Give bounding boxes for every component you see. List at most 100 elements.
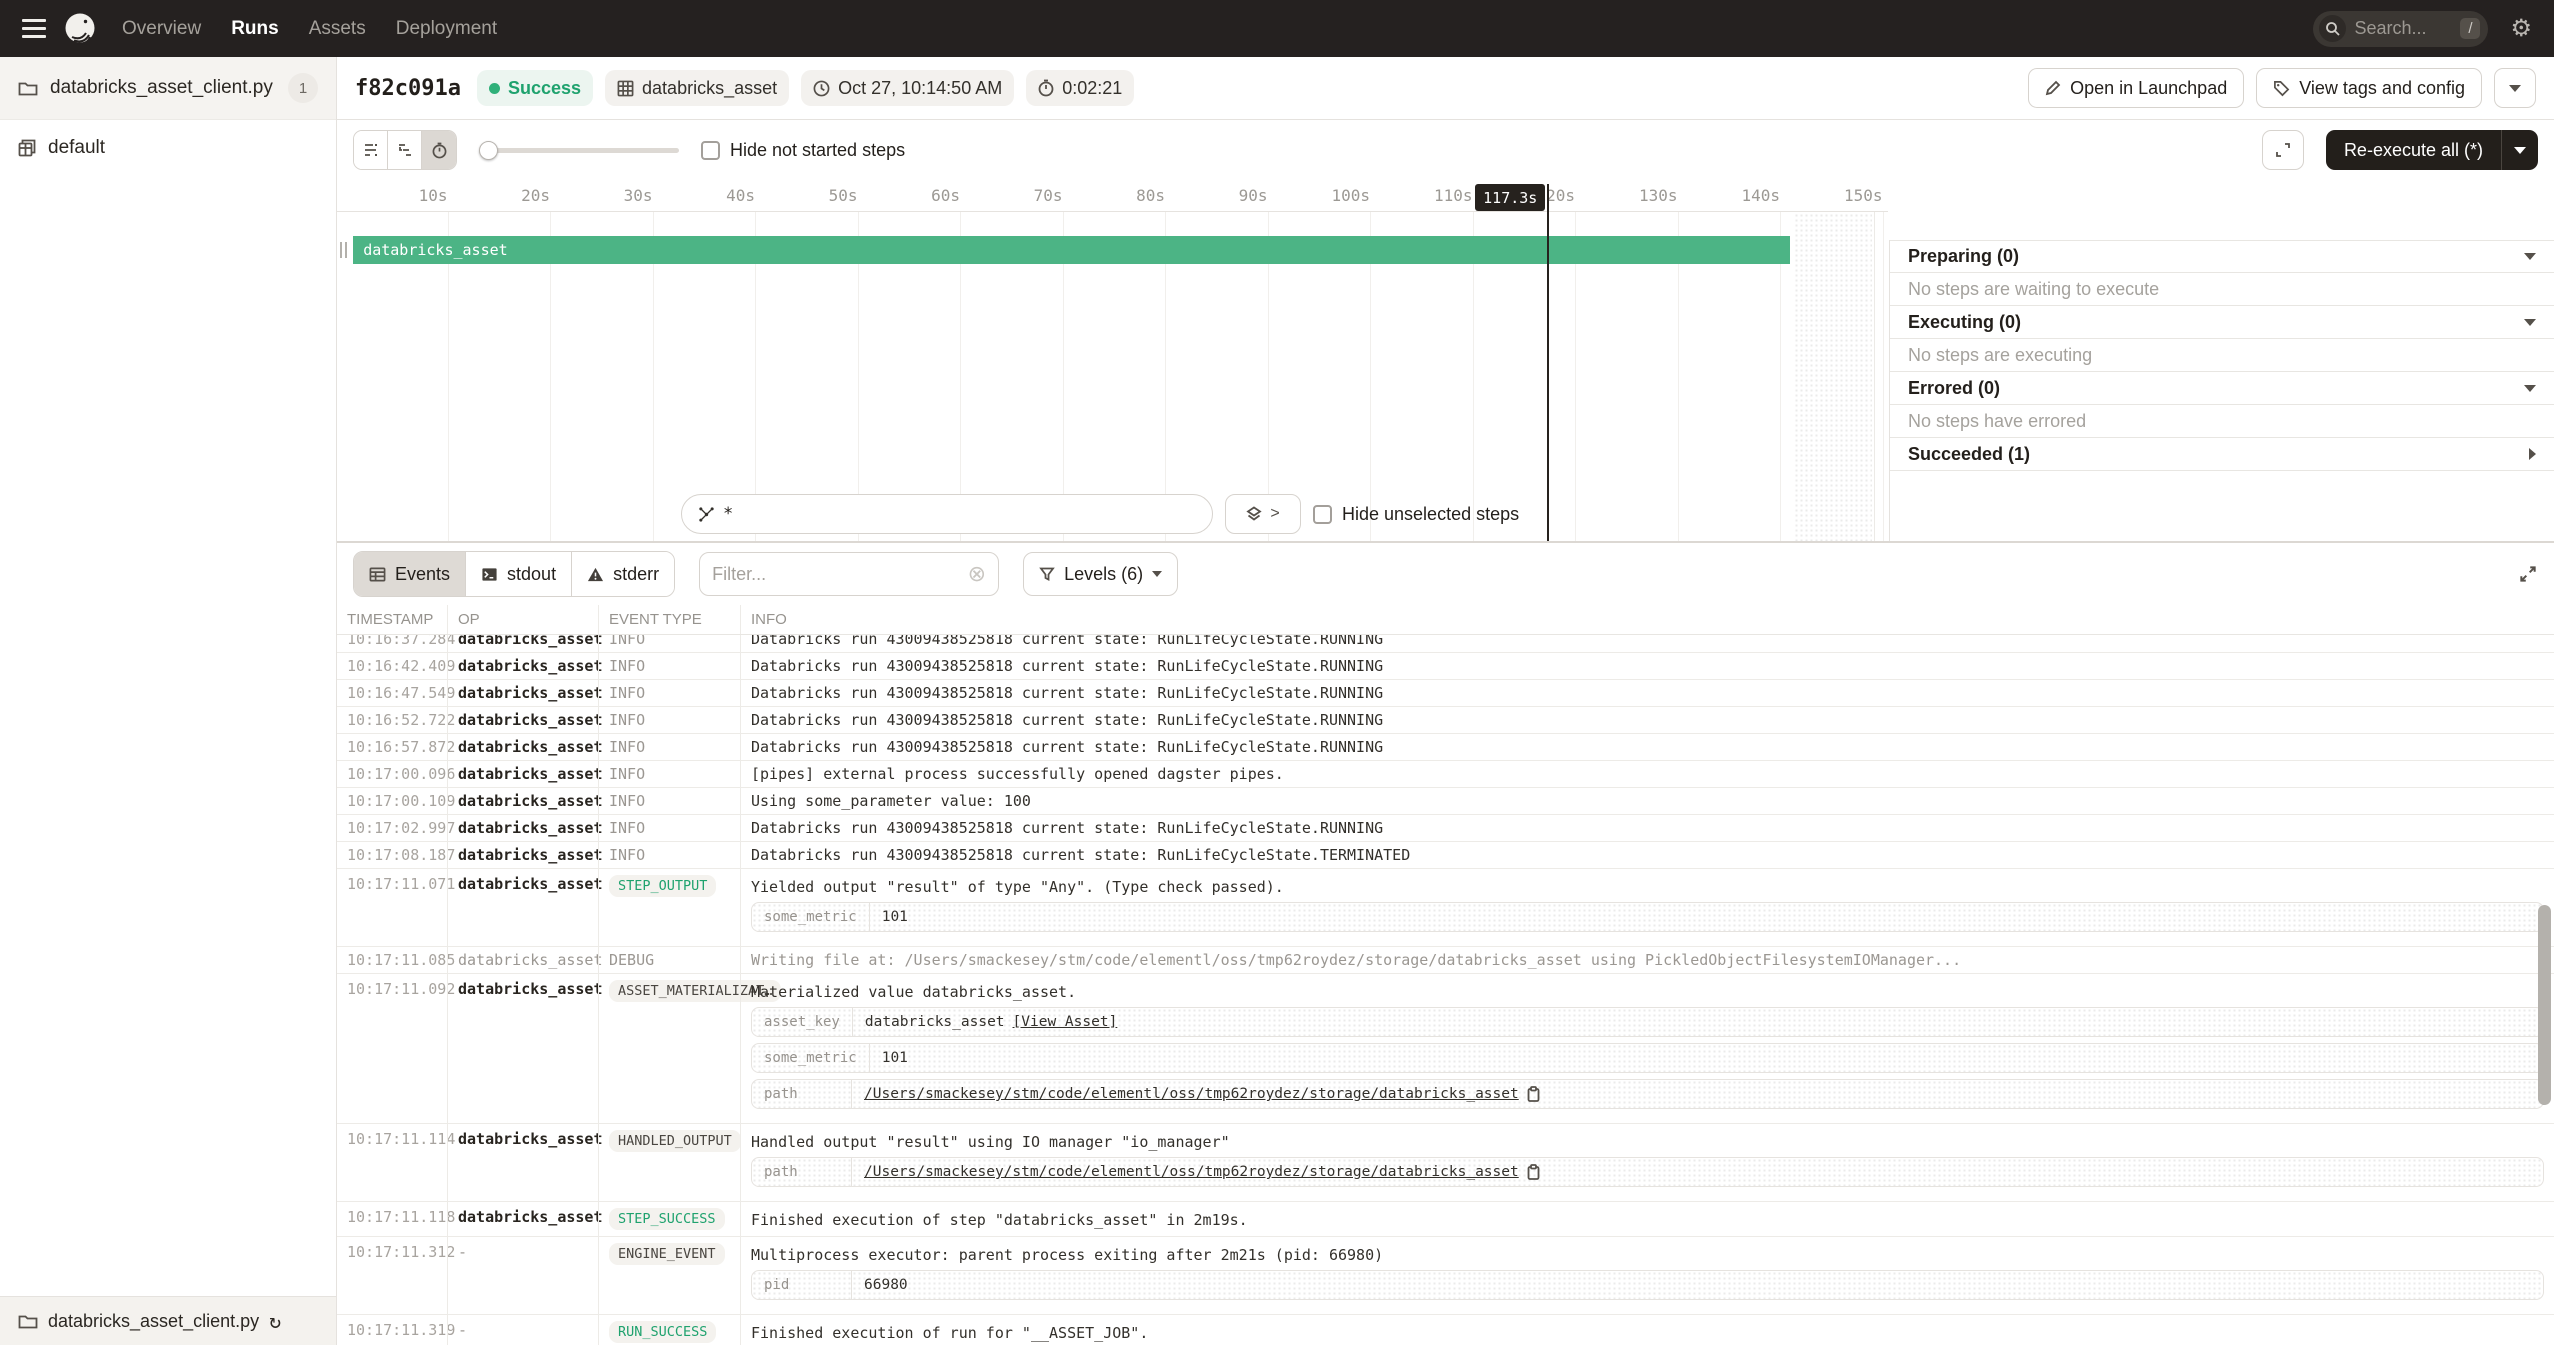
levels-dropdown[interactable]: Levels (6) <box>1023 552 1178 596</box>
clear-filter-icon[interactable]: ⊗ <box>968 563 986 585</box>
menu-icon[interactable] <box>22 19 46 38</box>
log-timestamp: 10:17:11.071 <box>337 869 447 946</box>
tab-stderr[interactable]: stderr <box>572 552 674 596</box>
nav-item-deployment[interactable]: Deployment <box>396 18 497 40</box>
reload-icon[interactable]: ↻ <box>269 1309 281 1333</box>
event-type-text: INFO <box>609 635 645 648</box>
search-shortcut-badge: / <box>2460 18 2480 39</box>
event-type-badge: STEP_SUCCESS <box>609 1208 725 1230</box>
panel-section-errored[interactable]: Errored (0) <box>1890 372 2554 405</box>
step-bar-databricks_asset[interactable]: databricks_asset <box>353 236 1790 264</box>
reexecute-dropdown-button[interactable] <box>2501 130 2538 170</box>
axis-tick: 40s <box>726 186 755 205</box>
gantt-time-axis: 10s20s30s40s50s60s70s80s90s100s110s120s1… <box>337 180 1888 212</box>
metadata-value: 101 <box>870 903 920 931</box>
metadata-entry: asset_keydatabricks_asset[View Asset] <box>751 1007 2544 1037</box>
sidebar-item-file[interactable]: databricks_asset_client.py 1 <box>0 57 336 120</box>
log-timestamp: 10:17:11.092 <box>337 974 447 1123</box>
event-type-text: INFO <box>609 738 645 756</box>
event-type-badge: ENGINE_EVENT <box>609 1243 725 1265</box>
log-op: - <box>447 1315 598 1345</box>
path-link[interactable]: /Users/smackesey/stm/code/elementl/oss/t… <box>864 1085 1519 1103</box>
metadata-value-text: databricks_asset <box>865 1013 1005 1031</box>
step-query-input[interactable]: * <box>681 494 1213 534</box>
graph-query-toggle-button[interactable]: ˃ <box>1225 494 1301 534</box>
hide-not-started-checkbox[interactable]: Hide not started steps <box>701 140 905 161</box>
step-selector-row: * ˃ Hide unselected steps <box>681 494 1519 534</box>
gridline <box>1883 212 1884 541</box>
log-message: Using some_parameter value: 100 <box>751 792 2544 810</box>
tab-stdout[interactable]: stdout <box>466 552 572 596</box>
log-info: Databricks run 43009438525818 current st… <box>740 653 2554 679</box>
axis-tick: 20s <box>521 186 550 205</box>
log-filter-input[interactable] <box>712 564 960 585</box>
flat-view-icon <box>363 142 379 158</box>
gear-icon[interactable]: ⚙ <box>2510 17 2532 41</box>
metadata-key: path <box>752 1080 852 1108</box>
nav-item-assets[interactable]: Assets <box>309 18 366 40</box>
metadata-key: path <box>752 1158 852 1186</box>
log-scrollbar-thumb[interactable] <box>2538 905 2551 1105</box>
slider-knob[interactable] <box>479 141 498 160</box>
log-fullscreen-button[interactable] <box>2518 564 2538 584</box>
dagster-logo[interactable] <box>62 11 98 47</box>
log-info: Databricks run 43009438525818 current st… <box>740 842 2554 868</box>
axis-tick: 30s <box>624 186 653 205</box>
log-table-body: 10:16:37.284databricks_assetINFODatabric… <box>337 635 2554 1345</box>
panel-section-succeeded[interactable]: Succeeded (1) <box>1890 438 2554 471</box>
run-id: f82c091a <box>355 76 461 101</box>
search-input[interactable]: Search... / <box>2313 11 2488 47</box>
log-op: databricks_asset <box>447 788 598 814</box>
gantt-resize-handle[interactable] <box>340 242 347 258</box>
path-link[interactable]: /Users/smackesey/stm/code/elementl/oss/t… <box>864 1163 1519 1181</box>
event-type-text: INFO <box>609 711 645 729</box>
panel-section-executing[interactable]: Executing (0) <box>1890 306 2554 339</box>
log-event-type: INFO <box>598 707 740 733</box>
zoom-slider[interactable] <box>479 140 679 160</box>
nav-item-overview[interactable]: Overview <box>122 18 201 40</box>
metadata-value: /Users/smackesey/stm/code/elementl/oss/t… <box>852 1080 1552 1108</box>
sidebar: databricks_asset_client.py 1 default dat… <box>0 57 337 1345</box>
axis-tick: 70s <box>1034 186 1063 205</box>
view-timed-button[interactable] <box>422 131 456 169</box>
log-row: 10:17:00.109databricks_assetINFOUsing so… <box>337 788 2554 815</box>
log-row: 10:16:47.549databricks_assetINFODatabric… <box>337 680 2554 707</box>
checkbox-icon[interactable] <box>701 141 720 160</box>
metadata-entry: some_metric101 <box>751 1043 2544 1073</box>
copy-icon[interactable] <box>1527 1086 1540 1102</box>
log-op: databricks_asset <box>447 947 598 973</box>
hide-unselected-checkbox[interactable]: Hide unselected steps <box>1313 504 1519 525</box>
copy-icon[interactable] <box>1527 1164 1540 1180</box>
log-message: Writing file at: /Users/smackesey/stm/co… <box>751 951 2544 969</box>
chevron-right-icon <box>2529 448 2536 460</box>
sidebar-item-job[interactable]: default <box>0 120 336 176</box>
run-actions-dropdown-button[interactable] <box>2494 68 2536 108</box>
open-in-launchpad-button[interactable]: Open in Launchpad <box>2028 68 2244 108</box>
view-waterfall-button[interactable] <box>388 131 422 169</box>
panel-section-label: Succeeded (1) <box>1908 444 2030 465</box>
view-tags-config-button[interactable]: View tags and config <box>2256 68 2482 108</box>
event-type-badge: STEP_OUTPUT <box>609 875 716 897</box>
panel-section-preparing[interactable]: Preparing (0) <box>1890 240 2554 273</box>
checkbox-icon[interactable] <box>1313 505 1332 524</box>
event-type-text: INFO <box>609 819 645 837</box>
log-info: [pipes] external process successfully op… <box>740 761 2554 787</box>
gantt-chart: 10s20s30s40s50s60s70s80s90s100s110s120s1… <box>337 180 1888 541</box>
column-header-event-type: EVENT TYPE <box>598 605 740 634</box>
log-timestamp: 10:17:00.096 <box>337 761 447 787</box>
view-asset-link[interactable]: [View Asset] <box>1013 1013 1118 1031</box>
view-flat-button[interactable] <box>354 131 388 169</box>
tab-events[interactable]: Events <box>354 552 466 596</box>
axis-tick: 130s <box>1639 186 1678 205</box>
reexecute-all-button[interactable]: Re-execute all (*) <box>2326 130 2501 170</box>
nav-item-runs[interactable]: Runs <box>231 18 279 40</box>
chevron-down-icon <box>2524 253 2536 260</box>
table-icon <box>617 80 634 97</box>
log-toolbar: Eventsstdoutstderr ⊗ Levels (6) <box>337 543 2554 605</box>
log-event-type: INFO <box>598 815 740 841</box>
timer-icon <box>1038 79 1054 97</box>
log-op: databricks_asset <box>447 761 598 787</box>
gantt-fullscreen-button[interactable] <box>2262 130 2304 170</box>
asset-tag[interactable]: databricks_asset <box>605 70 789 106</box>
metadata-table: path/Users/smackesey/stm/code/elementl/o… <box>751 1157 2544 1187</box>
